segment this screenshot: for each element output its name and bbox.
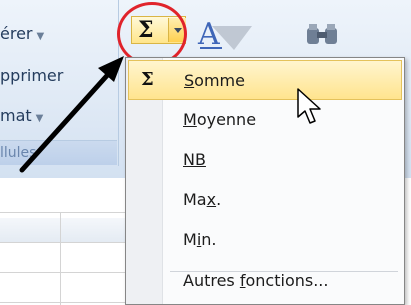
menu-item-label: Max. [183, 190, 222, 209]
autosum-dropdown-menu: Σ Somme Moyenne NB Max. Min. Autres fonc… [125, 57, 405, 305]
chevron-down-icon: ▼ [35, 113, 44, 124]
menu-item-label: NB [183, 150, 206, 169]
worksheet-area [0, 178, 130, 305]
insert-cells-label: érer [0, 24, 33, 43]
menu-item-label: Somme [184, 71, 245, 90]
format-cells-label: mat [0, 106, 32, 125]
menu-item-label: Min. [183, 230, 217, 249]
delete-cells-label: pprimer [0, 66, 64, 85]
find-binoculars-icon[interactable] [303, 22, 343, 52]
cells-group: érer ▼ pprimer mat ▼ llules [0, 0, 119, 166]
menu-item-nb[interactable]: NB [128, 140, 402, 180]
sigma-icon: Σ [141, 69, 154, 90]
group-label: llules [0, 140, 117, 165]
menu-item-label: Moyenne [183, 110, 257, 129]
menu-item-max[interactable]: Max. [128, 180, 402, 220]
menu-item-moyenne[interactable]: Moyenne [128, 100, 402, 140]
format-cells-button[interactable]: mat ▼ [0, 104, 43, 128]
menu-item-min[interactable]: Min. [128, 220, 402, 260]
chevron-down-icon: ▼ [36, 31, 45, 42]
sort-filter-icon[interactable]: A [196, 14, 260, 54]
insert-cells-button[interactable]: érer ▼ [0, 22, 44, 46]
menu-item-autres-fonctions[interactable]: Autres fonctions... [128, 261, 402, 301]
column-header-row [0, 218, 130, 242]
svg-text:A: A [197, 17, 220, 52]
mouse-cursor-icon [297, 88, 321, 124]
delete-cells-button[interactable]: pprimer [0, 64, 63, 88]
menu-item-label: Autres fonctions... [183, 271, 329, 290]
menu-item-somme[interactable]: Σ Somme [128, 60, 402, 100]
